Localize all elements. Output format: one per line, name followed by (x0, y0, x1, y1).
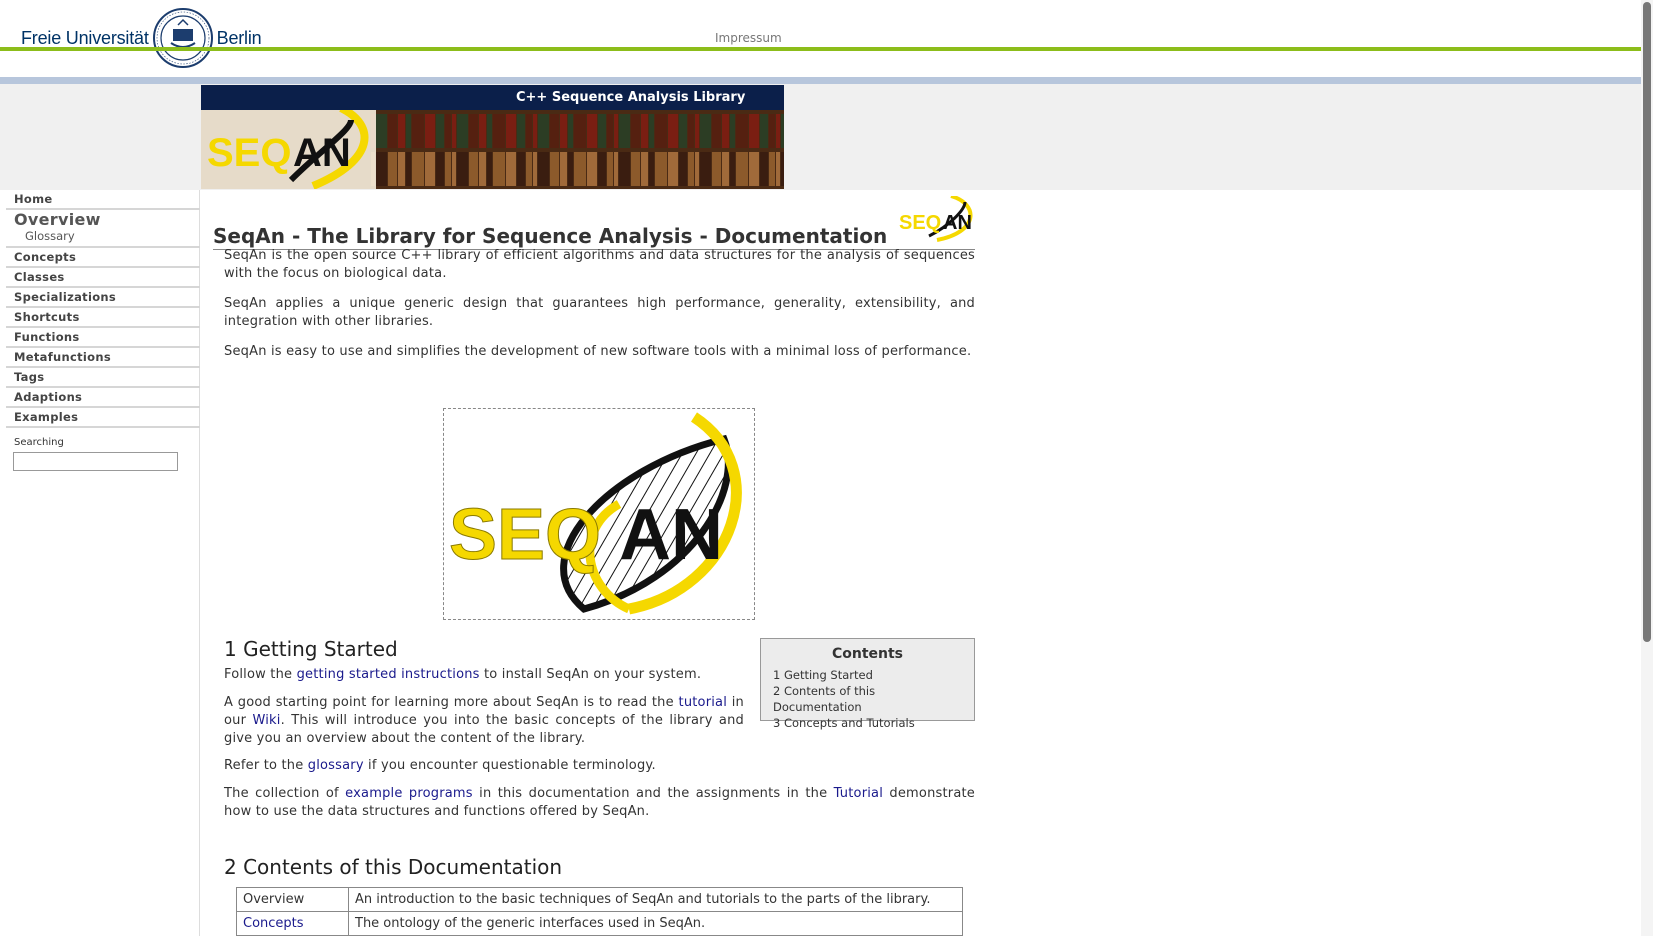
header-blue-bar (0, 77, 1653, 84)
seqan-banner: C++ Sequence Analysis Library SEQ AN (201, 85, 784, 189)
contents-item[interactable]: 1 Getting Started (773, 667, 962, 683)
logo-text-left: Freie Universität (21, 27, 149, 48)
intro-paragraph-1: SeqAn is the open source C++ library of … (224, 248, 975, 281)
university-seal-icon (152, 8, 213, 68)
seqan-large-logo: SEQ AN (443, 408, 755, 620)
intro-paragraph-2: SeqAn applies a unique generic design th… (224, 296, 975, 329)
intro-paragraph-3: SeqAn is easy to use and simplifies the … (224, 344, 972, 359)
fu-berlin-logo[interactable]: Freie Universität Berlin (21, 6, 262, 70)
table-row: Concepts The ontology of the generic int… (236, 911, 963, 936)
heading-getting-started: 1 Getting Started (224, 637, 398, 661)
table-cell-description: The ontology of the generic interfaces u… (348, 911, 963, 936)
nav-adaptions[interactable]: Adaptions (6, 388, 200, 408)
nav-overview[interactable]: Overview (6, 210, 200, 229)
search-label: Searching (14, 437, 64, 448)
table-cell-description: An introduction to the basic techniques … (348, 887, 963, 912)
contents-title: Contents (831, 646, 904, 662)
impressum-link[interactable]: Impressum (715, 31, 782, 45)
university-header: Freie Universität Berlin Impressum (0, 0, 1653, 84)
getting-started-paragraph-4: The collection of example programs in th… (224, 786, 975, 819)
nav-classes[interactable]: Classes (6, 268, 200, 288)
glossary-link[interactable]: glossary (308, 758, 364, 773)
nav-functions[interactable]: Functions (6, 328, 200, 348)
banner-logo-text: SEQ (207, 131, 291, 175)
nav-concepts[interactable]: Concepts (6, 248, 200, 268)
scrollbar-thumb[interactable] (1643, 2, 1651, 642)
documentation-table: Overview An introduction to the basic te… (236, 887, 963, 936)
contents-item[interactable]: 3 Concepts and Tutorials (773, 715, 962, 731)
heading-contents-of-documentation: 2 Contents of this Documentation (224, 855, 563, 879)
header-green-bar (0, 47, 1653, 51)
contents-item[interactable]: 2 Contents of this Documentation (773, 683, 962, 715)
example-programs-link[interactable]: example programs (345, 786, 473, 801)
nav-tags[interactable]: Tags (6, 368, 200, 388)
nav-home[interactable]: Home (6, 190, 200, 210)
table-cell-name: Overview (236, 887, 349, 912)
nav-specializations[interactable]: Specializations (6, 288, 200, 308)
logo-text-right: Berlin (216, 27, 262, 48)
table-of-contents: Contents 1 Getting Started 2 Contents of… (760, 638, 975, 730)
nav-shortcuts[interactable]: Shortcuts (6, 308, 200, 328)
wiki-link[interactable]: Wiki (252, 713, 280, 728)
nav-metafunctions[interactable]: Metafunctions (6, 348, 200, 368)
tutorial-link[interactable]: tutorial (679, 695, 728, 710)
getting-started-paragraph-3: Refer to the glossary if you encounter q… (224, 758, 656, 773)
svg-text:SEQ: SEQ (449, 495, 601, 575)
search-input[interactable] (13, 452, 178, 471)
banner-title: C++ Sequence Analysis Library (201, 85, 784, 110)
nav-glossary[interactable]: Glossary (6, 229, 200, 248)
sidebar-nav: Home Overview Glossary Concepts Classes … (0, 190, 200, 936)
svg-text:AN: AN (293, 131, 351, 175)
vertical-scrollbar[interactable] (1641, 0, 1653, 936)
getting-started-paragraph-1: Follow the getting started instructions … (224, 667, 702, 682)
table-row: Overview An introduction to the basic te… (236, 887, 963, 912)
svg-text:AN: AN (619, 495, 723, 575)
concepts-link[interactable]: Concepts (243, 916, 304, 931)
bookshelf-image: SEQ AN (201, 110, 784, 189)
tutorial-wiki-link[interactable]: Tutorial (834, 786, 883, 801)
nav-examples[interactable]: Examples (6, 408, 200, 428)
table-cell-name: Concepts (236, 911, 349, 936)
getting-started-paragraph-2: A good starting point for learning more … (224, 695, 744, 746)
getting-started-link[interactable]: getting started instructions (297, 667, 480, 682)
